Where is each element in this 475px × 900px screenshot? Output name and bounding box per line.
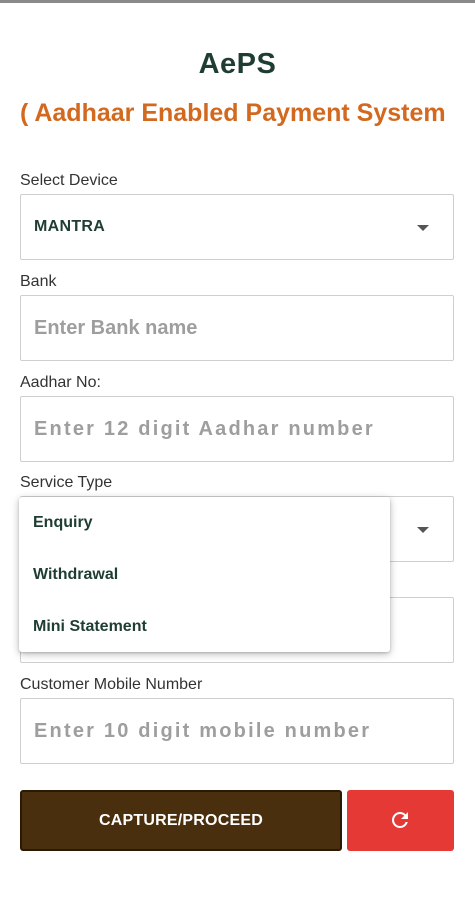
dropdown-arrow-icon — [417, 225, 429, 231]
mobile-label: Customer Mobile Number — [20, 676, 203, 693]
device-label: Select Device — [20, 172, 118, 189]
aadhar-label: Aadhar No: — [20, 374, 101, 391]
device-selected-value: MANTRA — [34, 218, 106, 235]
page-subtitle: ( Aadhaar Enabled Payment System — [20, 99, 446, 127]
bank-label: Bank — [20, 273, 57, 290]
aadhar-input[interactable]: Enter 12 digit Aadhar number — [20, 396, 454, 462]
page-title: AePS — [198, 48, 277, 80]
top-divider — [0, 0, 475, 3]
refresh-icon — [392, 812, 408, 828]
service-type-label: Service Type — [20, 474, 113, 491]
refresh-button[interactable] — [347, 790, 454, 851]
mobile-input[interactable]: Enter 10 digit mobile number — [20, 698, 454, 764]
mobile-placeholder: Enter 10 digit mobile number — [34, 720, 372, 742]
bank-input[interactable]: Enter Bank name — [20, 295, 454, 361]
menu-item-enquiry[interactable]: Enquiry — [19, 497, 390, 549]
service-type-menu: Enquiry Withdrawal Mini Statement — [19, 497, 390, 652]
menu-item-withdrawal[interactable]: Withdrawal — [19, 549, 390, 601]
device-select[interactable]: MANTRA — [20, 194, 454, 260]
aadhar-placeholder: Enter 12 digit Aadhar number — [34, 418, 375, 440]
capture-proceed-button[interactable]: CAPTURE/PROCEED — [20, 790, 342, 851]
menu-item-mini-statement[interactable]: Mini Statement — [19, 601, 390, 653]
bank-placeholder: Enter Bank name — [34, 317, 198, 339]
dropdown-arrow-icon — [417, 527, 429, 533]
